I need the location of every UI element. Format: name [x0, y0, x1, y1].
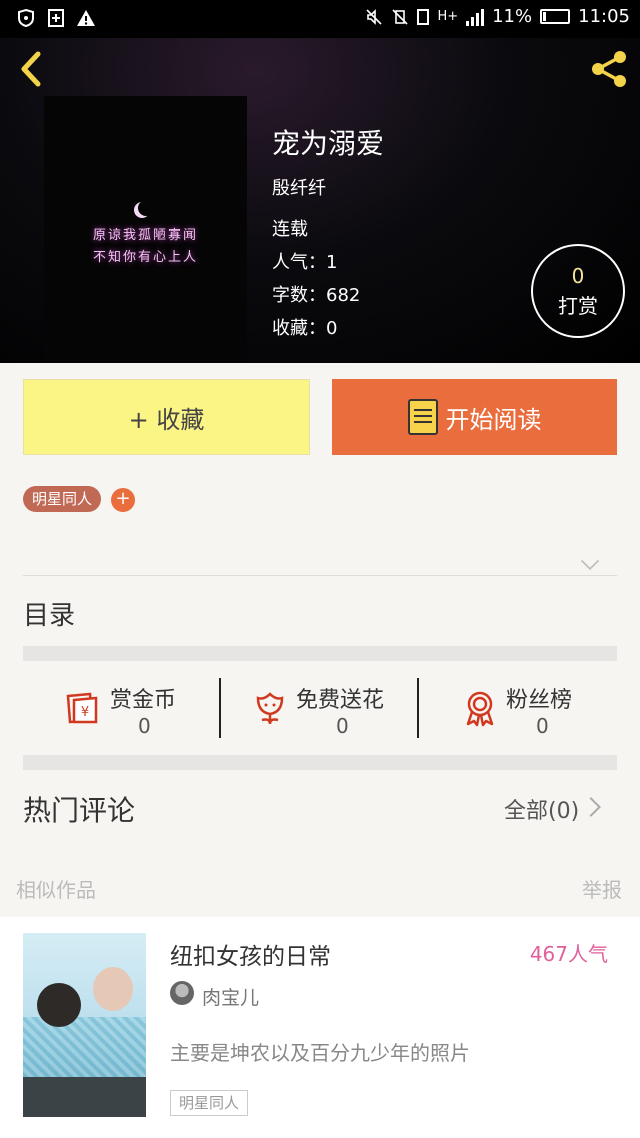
work-tag[interactable]: 明星同人 — [170, 1090, 249, 1116]
stat-gold-coins[interactable]: ¥ 赏金币 0 — [62, 682, 212, 742]
start-reading-button[interactable]: 开始阅读 — [332, 379, 617, 455]
collect-label: + 收藏 — [128, 405, 205, 434]
divider — [417, 678, 419, 738]
warning-icon — [76, 8, 96, 28]
stat-free-flowers[interactable]: 免费送花 0 — [250, 682, 410, 742]
stat-value: 0 — [536, 714, 549, 738]
share-icon — [592, 51, 626, 87]
work-thumbnail[interactable] — [23, 933, 146, 1117]
stat-value: 0 — [336, 714, 349, 738]
vibrate-off-icon — [392, 8, 409, 25]
clock: 11:05 — [578, 6, 630, 27]
sim-icon — [417, 8, 430, 25]
stat-fan-ranking[interactable]: 粉丝榜 0 — [460, 682, 590, 742]
book-cover[interactable]: 原谅我孤陋寡闻 不知你有心上人 — [44, 96, 247, 363]
network-type: H+ — [437, 9, 459, 24]
similar-work-card[interactable]: 纽扣女孩的日常 467人气 肉宝儿 主要是坤农以及百分九少年的照片 明星同人 — [0, 917, 640, 1138]
work-author[interactable]: 肉宝儿 — [202, 983, 259, 1010]
cover-text-line: 不知你有心上人 — [92, 250, 198, 265]
work-popularity: 467人气 — [529, 942, 608, 966]
chevron-left-icon — [21, 51, 41, 87]
battery-icon — [540, 9, 571, 24]
flower-icon — [256, 692, 284, 725]
divider — [23, 575, 617, 576]
status-left-icons — [16, 8, 96, 28]
svg-text:¥: ¥ — [81, 705, 89, 720]
back-button[interactable] — [14, 50, 48, 88]
moon-icon — [138, 200, 154, 216]
book-icon — [407, 399, 438, 435]
section-divider — [23, 646, 617, 661]
all-comments-link[interactable]: 全部(0) — [504, 793, 579, 825]
stat-label: 赏金币 — [110, 688, 177, 713]
book-author[interactable]: 殷纤纤 — [272, 174, 326, 200]
mute-icon — [366, 8, 383, 25]
book-title: 宠为溺爱 — [272, 127, 385, 160]
shield-icon — [16, 8, 36, 28]
stat-value: 0 — [138, 714, 151, 738]
status-bar: H+ 11% 11:05 — [0, 0, 640, 38]
book-word-count: 字数：682 — [272, 285, 361, 306]
reward-count: 0 — [571, 264, 585, 288]
book-favorites: 收藏：0 — [272, 318, 338, 339]
divider — [219, 678, 221, 738]
work-description: 主要是坤农以及百分九少年的照片 — [170, 1041, 470, 1065]
signal-icon — [466, 8, 485, 26]
collect-button[interactable]: + 收藏 — [23, 379, 310, 455]
section-divider — [23, 755, 617, 770]
red-envelope-icon: ¥ — [66, 692, 98, 724]
category-tag[interactable]: 明星同人 — [23, 486, 102, 512]
hot-comments-heading: 热门评论 — [23, 794, 136, 827]
avatar — [170, 981, 194, 1005]
stat-label: 粉丝榜 — [506, 688, 573, 713]
similar-works-heading: 相似作品 — [16, 878, 96, 902]
start-reading-label: 开始阅读 — [445, 405, 542, 434]
reward-button[interactable]: 0 打赏 — [531, 244, 625, 338]
work-title[interactable]: 纽扣女孩的日常 — [170, 937, 331, 971]
ribbon-icon — [466, 691, 494, 727]
report-link[interactable]: 举报 — [582, 874, 622, 903]
book-popularity: 人气：1 — [272, 252, 338, 273]
book-header: 原谅我孤陋寡闻 不知你有心上人 宠为溺爱 殷纤纤 连载 人气：1 字数：682 … — [0, 38, 640, 363]
stat-label: 免费送花 — [296, 688, 385, 713]
book-status: 连载 — [272, 219, 308, 240]
chevron-right-icon[interactable] — [581, 797, 601, 817]
add-tag-button[interactable]: + — [111, 488, 135, 512]
battery-percent: 11% — [492, 6, 533, 27]
share-button[interactable] — [588, 48, 630, 90]
chevron-down-icon[interactable] — [580, 551, 600, 571]
plus-box-icon — [46, 8, 66, 28]
table-of-contents[interactable]: 目录 — [23, 595, 75, 632]
reward-label: 打赏 — [558, 294, 598, 318]
cover-text-line: 原谅我孤陋寡闻 — [92, 228, 198, 243]
status-right-icons: H+ 11% 11:05 — [365, 6, 630, 27]
